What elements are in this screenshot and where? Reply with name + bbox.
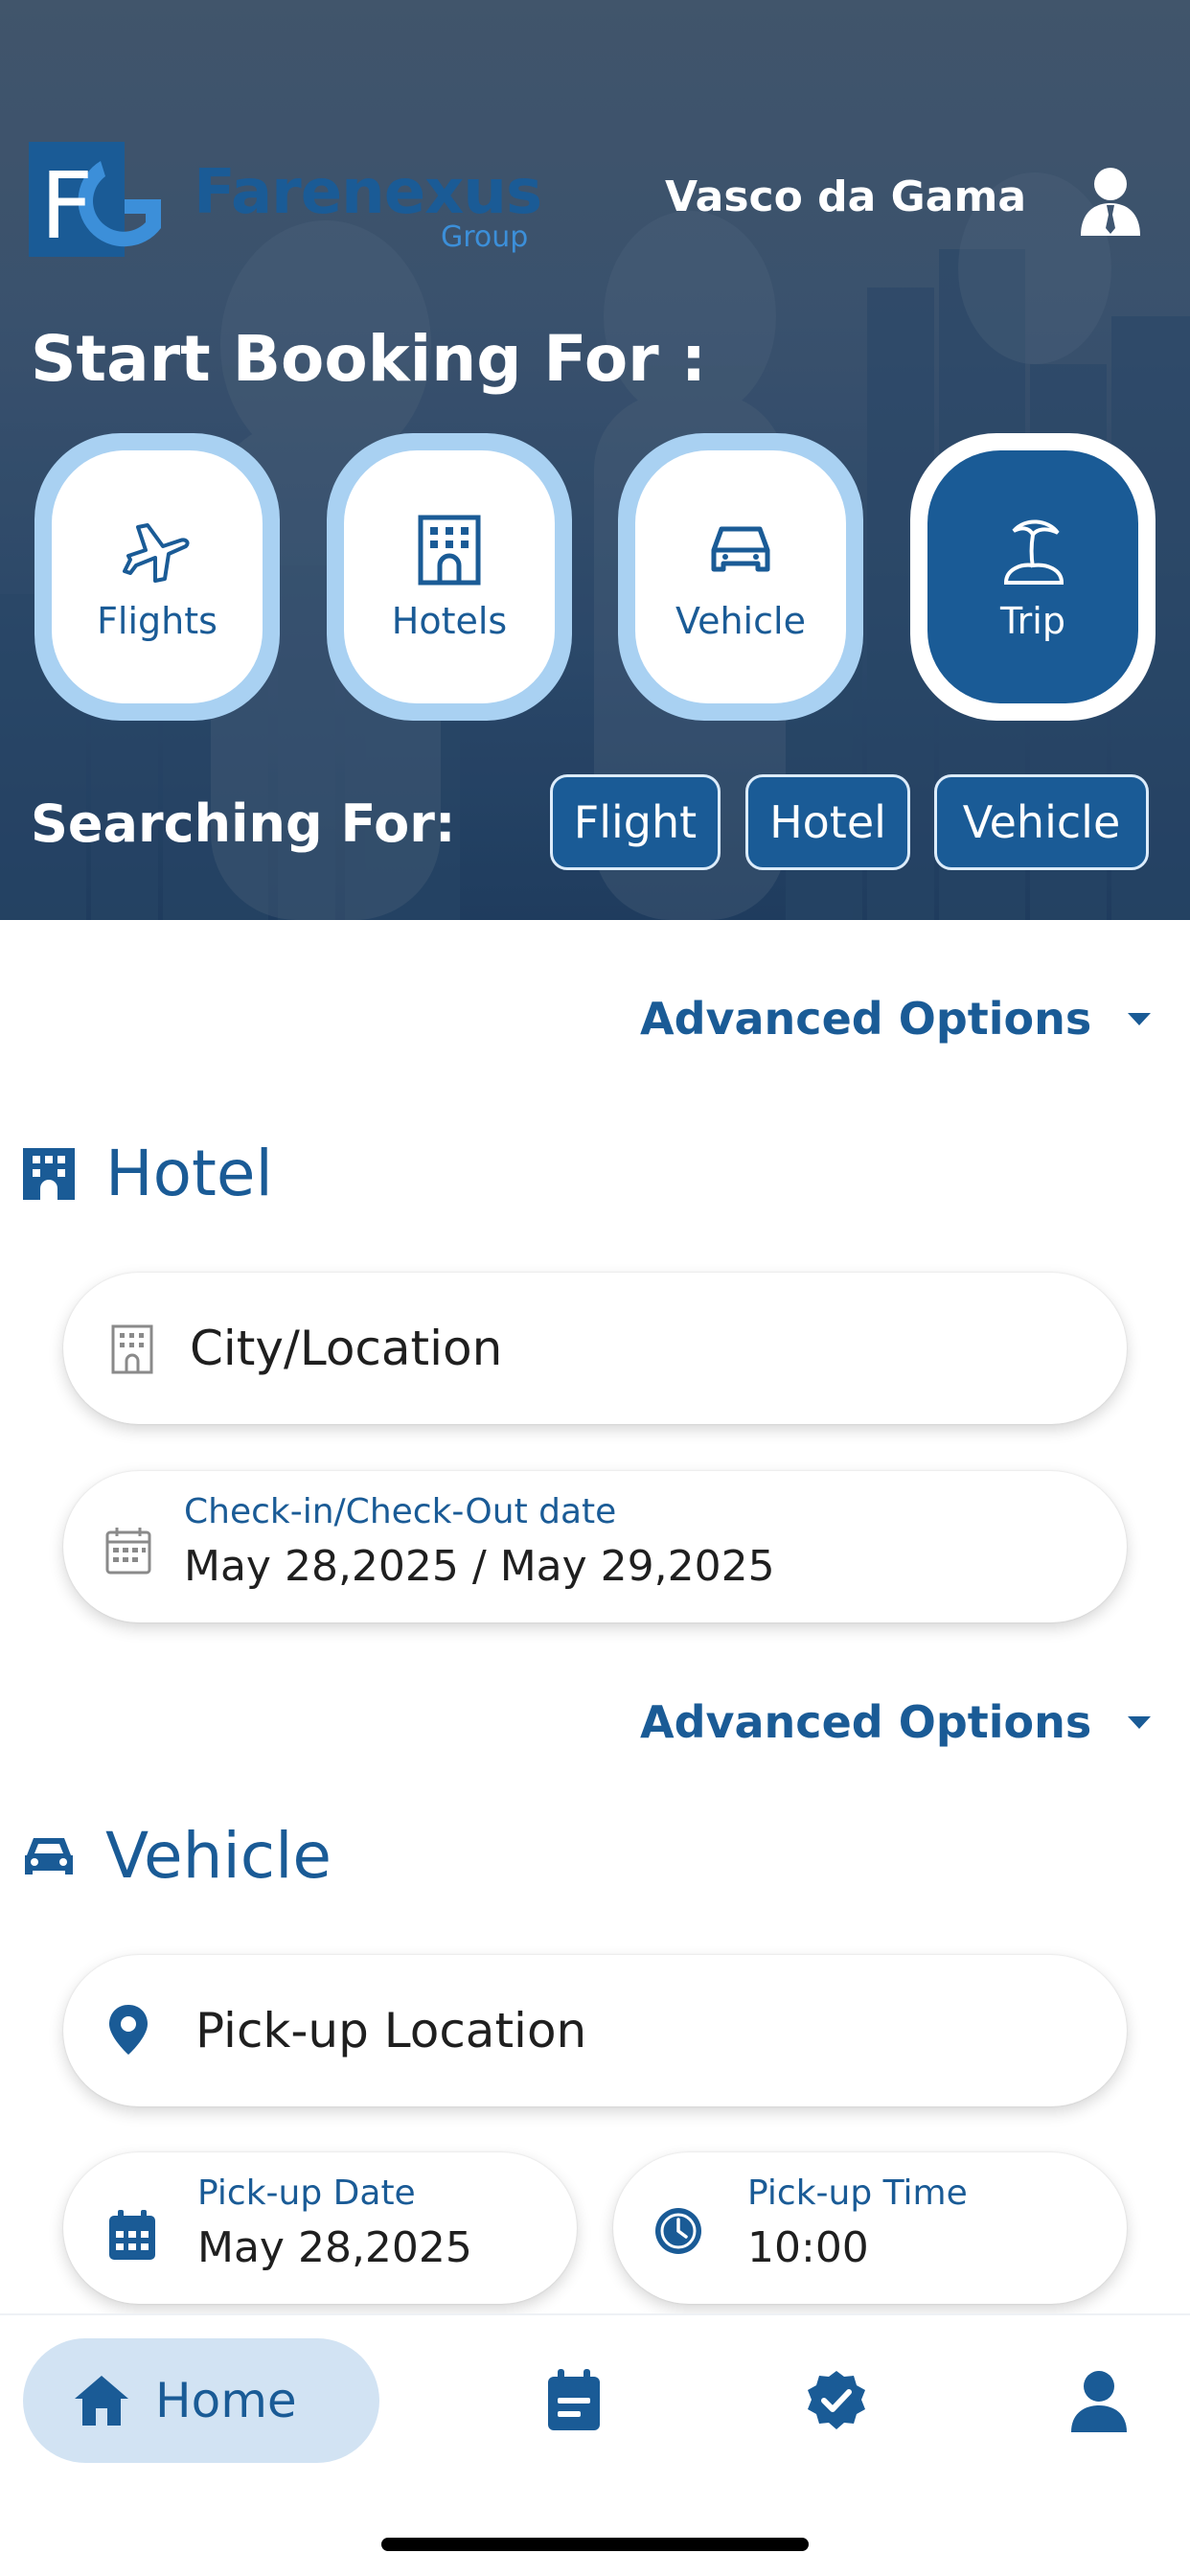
nav-home-label: Home (155, 2373, 297, 2428)
pickup-date-label: Pick-up Date (197, 2174, 416, 2213)
car-icon (711, 526, 770, 572)
home-icon (75, 2376, 128, 2426)
hotel-section-title: Hotel (105, 1137, 273, 1210)
calendar-icon[interactable] (540, 2367, 607, 2434)
chevron-down-icon (1128, 1012, 1152, 1025)
check-in-out-label: Check-in/Check-Out date (184, 1492, 617, 1531)
nav-home[interactable]: Home (23, 2338, 379, 2463)
bottom-navigation: Home (0, 2313, 1190, 2576)
hotel-icon (23, 1147, 75, 1200)
page-title: Start Booking For : (31, 322, 707, 396)
logo-wordmark: Farenexus (194, 157, 542, 228)
header-banner: F Farenexus Group Vasco da Gama Start Bo… (0, 0, 1190, 920)
advanced-options-label: Advanced Options (640, 993, 1092, 1045)
calendar-icon (105, 1528, 151, 1575)
booking-category-selector: Flights Hotels Vehicle Trip (34, 433, 1156, 721)
pickup-date-input[interactable]: Pick-up Date May 28,2025 (63, 2152, 577, 2304)
pickup-time-value: 10:00 (747, 2223, 869, 2272)
category-label: Flights (97, 600, 217, 642)
search-chip-flight[interactable]: Flight (550, 774, 721, 870)
fg-logo-mark: F (29, 142, 161, 257)
vehicle-section-title: Vehicle (105, 1819, 332, 1893)
palm-island-icon (1003, 519, 1064, 585)
search-chip-vehicle[interactable]: Vehicle (934, 774, 1149, 870)
searching-for-label: Searching For: (31, 794, 456, 854)
chevron-down-icon (1128, 1715, 1152, 1729)
user-name[interactable]: Vasco da Gama (665, 172, 1026, 221)
map-pin-icon (109, 2005, 148, 2055)
hotel-section-header: Hotel (21, 1137, 273, 1210)
pickup-time-label: Pick-up Time (747, 2174, 968, 2213)
calendar-icon (109, 2210, 155, 2260)
category-label: Hotels (391, 600, 508, 642)
pickup-location-placeholder: Pick-up Location (195, 2003, 587, 2058)
category-vehicle[interactable]: Vehicle (618, 433, 863, 721)
profile-icon[interactable] (1065, 2367, 1133, 2434)
advanced-options-toggle-1[interactable]: Advanced Options (640, 993, 1152, 1045)
city-location-placeholder: City/Location (190, 1321, 503, 1376)
category-hotels[interactable]: Hotels (327, 433, 572, 721)
clock-icon (655, 2208, 701, 2254)
hotel-dates-input[interactable]: Check-in/Check-Out date May 28,2025 / Ma… (63, 1471, 1127, 1622)
plane-icon (123, 523, 190, 583)
building-icon (418, 515, 481, 586)
hotel-city-input[interactable]: City/Location (63, 1273, 1127, 1424)
check-in-out-value: May 28,2025 / May 29,2025 (184, 1542, 775, 1591)
verified-badge-icon[interactable] (803, 2367, 870, 2434)
user-avatar-icon[interactable] (1075, 165, 1146, 236)
search-chip-hotel[interactable]: Hotel (745, 774, 910, 870)
category-flights[interactable]: Flights (34, 433, 280, 721)
home-indicator[interactable] (381, 2538, 809, 2551)
pickup-time-input[interactable]: Pick-up Time 10:00 (613, 2152, 1127, 2304)
logo-subtitle: Group (441, 220, 529, 254)
advanced-options-toggle-2[interactable]: Advanced Options (640, 1696, 1152, 1748)
vehicle-section-header: Vehicle (21, 1819, 332, 1893)
category-label: Trip (1000, 600, 1065, 642)
advanced-options-label: Advanced Options (640, 1696, 1092, 1748)
category-trip[interactable]: Trip (910, 433, 1156, 721)
pickup-date-value: May 28,2025 (197, 2223, 472, 2272)
car-icon (25, 1837, 73, 1874)
category-label: Vehicle (675, 600, 806, 642)
building-icon (111, 1324, 153, 1374)
svg-text:F: F (40, 152, 93, 257)
farenexus-logo: F Farenexus Group (29, 142, 542, 262)
pickup-location-input[interactable]: Pick-up Location (63, 1955, 1127, 2106)
